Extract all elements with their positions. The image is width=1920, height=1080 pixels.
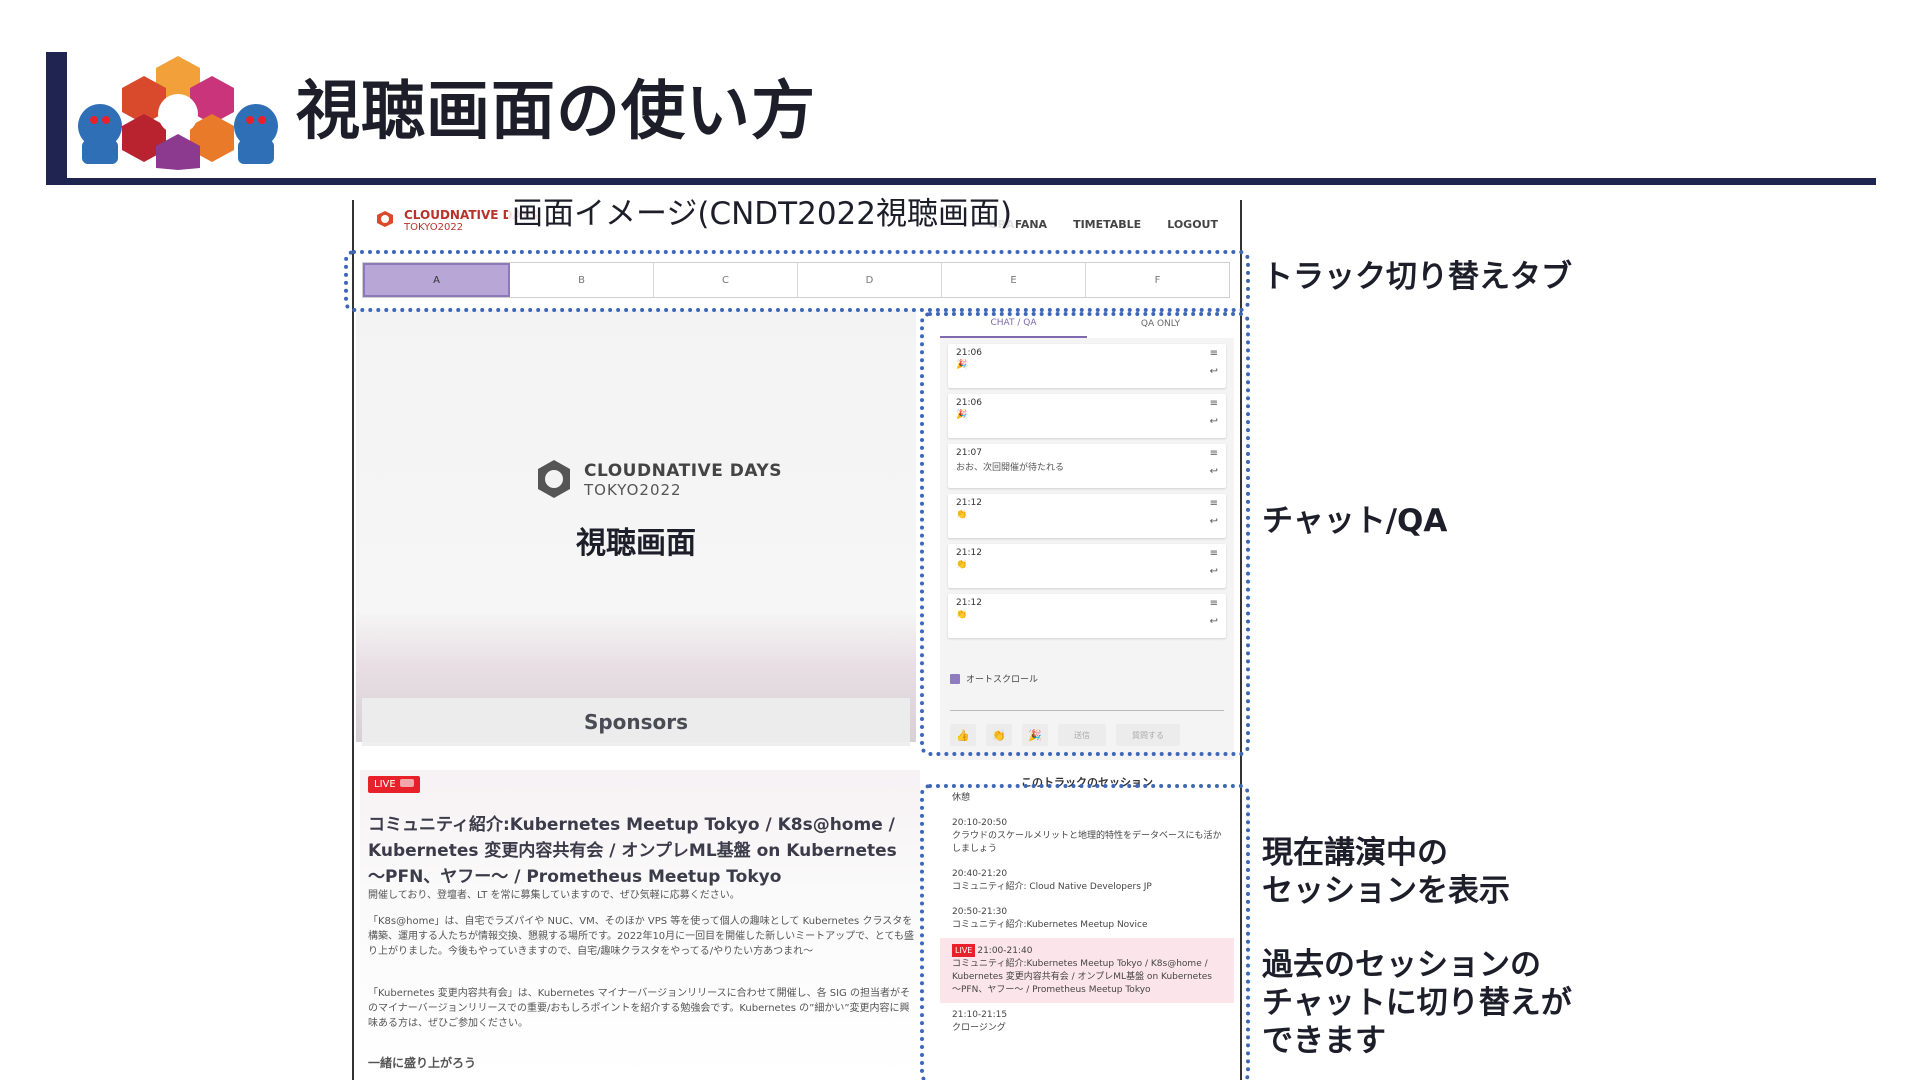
session-description: 一緒に盛り上がろう bbox=[368, 1056, 477, 1070]
hexagon-logo-icon bbox=[538, 460, 570, 498]
session-info: LIVE コミュニティ紹介:Kubernetes Meetup Tokyo / … bbox=[360, 770, 920, 1080]
callout-tracks bbox=[344, 250, 1250, 312]
callout-sessions bbox=[920, 784, 1250, 1080]
page-title: 視聴画面の使い方 bbox=[296, 75, 816, 149]
session-description: 開催しており、登壇者、LT を常に募集していますので、ぜひ気軽に応募ください。 bbox=[368, 890, 740, 901]
label-current-line2: セッションを表示 bbox=[1262, 873, 1510, 909]
live-badge-label: LIVE bbox=[374, 779, 396, 790]
screenshot-caption: 画面イメージ(CNDT2022視聴画面) bbox=[508, 188, 1017, 233]
nav-logout[interactable]: LOGOUT bbox=[1167, 218, 1218, 231]
session-description: 「Kubernetes 変更内容共有会」は、Kubernetes マイナーバージ… bbox=[368, 988, 910, 1029]
hexagon-logo-icon bbox=[377, 210, 393, 227]
label-past-line1: 過去のセッションの bbox=[1262, 947, 1541, 983]
video-title: 視聴画面 bbox=[576, 526, 696, 561]
label-tracks: トラック切り替えタブ bbox=[1262, 259, 1572, 295]
cloudnative-days-logo bbox=[78, 56, 278, 170]
label-past-line2: チャットに切り替えが bbox=[1262, 985, 1572, 1021]
session-description: 「K8s@home」は、自宅でラズパイや NUC、VM、そのほか VPS 等を使… bbox=[368, 916, 914, 957]
label-past-line3: できます bbox=[1262, 1023, 1386, 1059]
session-title: コミュニティ紹介:Kubernetes Meetup Tokyo / K8s@h… bbox=[368, 815, 897, 887]
label-chat: チャット/QA bbox=[1262, 503, 1448, 539]
label-current-line1: 現在講演中の bbox=[1262, 835, 1448, 871]
nav-timetable[interactable]: TIMETABLE bbox=[1073, 218, 1141, 231]
video-logo-name: CLOUDNATIVE DAYS bbox=[584, 461, 782, 481]
header-underline bbox=[46, 178, 1876, 185]
live-indicator-icon bbox=[399, 779, 414, 787]
live-badge: LIVE bbox=[368, 776, 420, 793]
header-accent-bar bbox=[46, 52, 67, 184]
video-player[interactable]: CLOUDNATIVE DAYS TOKYO2022 視聴画面 Sponsors bbox=[356, 310, 916, 746]
sponsors-banner: Sponsors bbox=[362, 698, 910, 746]
top-nav: GRAFANA TIMETABLE LOGOUT bbox=[989, 218, 1218, 231]
slide: 視聴画面の使い方 CLOUDNATIVE DAYS TOKYO2022 GRAF… bbox=[0, 0, 1920, 1080]
callout-chat bbox=[920, 312, 1250, 756]
video-logo-year: TOKYO2022 bbox=[584, 481, 682, 499]
video-logo: CLOUDNATIVE DAYS TOKYO2022 bbox=[532, 458, 782, 502]
